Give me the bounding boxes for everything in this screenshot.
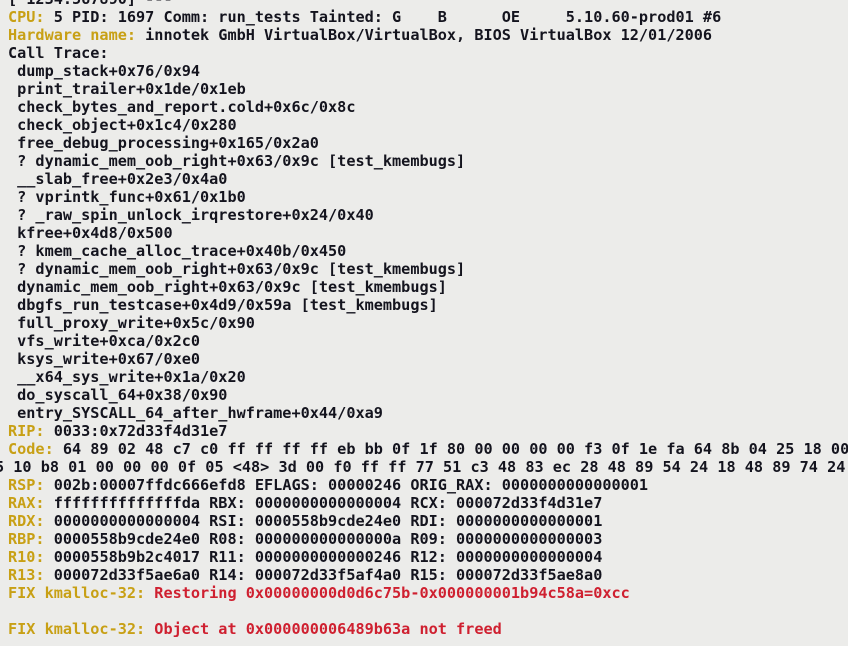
frame-16: ksys_write+0x67/0xe0 <box>0 350 848 368</box>
frame-9-value: kfree+0x4d8/0x500 <box>8 224 173 242</box>
rsp-line-value: 002b:00007ffdc666efd8 EFLAGS: 00000246 O… <box>44 476 649 494</box>
frame-17: __x64_sys_write+0x1a/0x20 <box>0 368 848 386</box>
frame-15-value: vfs_write+0xca/0x2c0 <box>8 332 201 350</box>
kernel-oops-console: [ 1234.567890] --- CPU: 5 PID: 1697 Comm… <box>0 0 848 646</box>
frame-0-value: dump_stack+0x76/0x94 <box>8 62 201 80</box>
r10-line: R10: 0000558b9b2c4017 R11: 0000000000000… <box>0 548 848 566</box>
clipped-previous-line: [ 1234.567890] --- <box>8 0 173 8</box>
hardware-line-label: Hardware name: <box>8 26 137 44</box>
frame-6: __slab_free+0x2e3/0x4a0 <box>0 170 848 188</box>
rbp-line-value: 0000558b9cde24e0 R08: 000000000000000a R… <box>44 530 603 548</box>
fix-notfreed-line: FIX kmalloc-32: Object at 0x000000006489… <box>0 620 848 638</box>
frame-12: dynamic_mem_oob_right+0x63/0x9c [test_km… <box>0 278 848 296</box>
r13-line: R13: 000072d33f5ae6a0 R14: 000072d33f5af… <box>0 566 848 584</box>
frame-2: check_bytes_and_report.cold+0x6c/0x8c <box>0 98 848 116</box>
hardware-line-value: innotek GmbH VirtualBox/VirtualBox, BIOS… <box>136 26 713 44</box>
console-line-list: CPU: 5 PID: 1697 Comm: run_tests Tainted… <box>0 8 848 638</box>
frame-7: ? vprintk_func+0x61/0x1b0 <box>0 188 848 206</box>
frame-19: entry_SYSCALL_64_after_hwframe+0x44/0xa9 <box>0 404 848 422</box>
hardware-line: Hardware name: innotek GmbH VirtualBox/V… <box>0 26 848 44</box>
rdx-line: RDX: 0000000000000004 RSI: 0000558b9cde2… <box>0 512 848 530</box>
fix-notfreed-line-message: Object at 0x000000006489b63a not freed <box>145 620 502 638</box>
blank-1 <box>0 602 848 620</box>
rip-line-value: 0033:0x72d33f4d31e7 <box>44 422 228 440</box>
r13-line-label: R13: <box>8 566 45 584</box>
call-trace-header: Call Trace: <box>0 44 848 62</box>
frame-14-value: full_proxy_write+0x5c/0x90 <box>8 314 255 332</box>
fix-restoring-line: FIX kmalloc-32: Restoring 0x00000000d0d6… <box>0 584 848 602</box>
rdx-line-label: RDX: <box>8 512 45 530</box>
frame-3-value: check_object+0x1c4/0x280 <box>8 116 237 134</box>
frame-11: ? dynamic_mem_oob_right+0x63/0x9c [test_… <box>0 260 848 278</box>
frame-7-value: ? vprintk_func+0x61/0x1b0 <box>8 188 246 206</box>
frame-18-value: do_syscall_64+0x38/0x90 <box>8 386 228 404</box>
frame-19-value: entry_SYSCALL_64_after_hwframe+0x44/0xa9 <box>8 404 383 422</box>
frame-4-value: free_debug_processing+0x165/0x2a0 <box>8 134 319 152</box>
frame-10: ? kmem_cache_alloc_trace+0x40b/0x450 <box>0 242 848 260</box>
rbp-line: RBP: 0000558b9cde24e0 R08: 0000000000000… <box>0 530 848 548</box>
frame-5-value: ? dynamic_mem_oob_right+0x63/0x9c [test_… <box>8 152 466 170</box>
r10-line-label: R10: <box>8 548 45 566</box>
call-trace-header-value: Call Trace: <box>8 44 109 62</box>
rsp-line: RSP: 002b:00007ffdc666efd8 EFLAGS: 00000… <box>0 476 848 494</box>
frame-13-value: dbgfs_run_testcase+0x4d9/0x59a [test_kme… <box>8 296 438 314</box>
rip-line-label: RIP: <box>8 422 45 440</box>
frame-2-value: check_bytes_and_report.cold+0x6c/0x8c <box>8 98 356 116</box>
frame-9: kfree+0x4d8/0x500 <box>0 224 848 242</box>
rdx-line-value: 0000000000000004 RSI: 0000558b9cde24e0 R… <box>44 512 603 530</box>
frame-16-value: ksys_write+0x67/0xe0 <box>8 350 201 368</box>
frame-17-value: __x64_sys_write+0x1a/0x20 <box>8 368 246 386</box>
cpu-line-label: CPU: <box>8 8 45 26</box>
rbp-line-label: RBP: <box>8 530 45 548</box>
r10-line-value: 0000558b9b2c4017 R11: 0000000000000246 R… <box>44 548 603 566</box>
frame-1: print_trailer+0x1de/0x1eb <box>0 80 848 98</box>
rsp-line-label: RSP: <box>8 476 45 494</box>
frame-1-value: print_trailer+0x1de/0x1eb <box>8 80 246 98</box>
cpu-line: CPU: 5 PID: 1697 Comm: run_tests Tainted… <box>0 8 848 26</box>
code-line: Code: 64 89 02 48 c7 c0 ff ff ff ff eb b… <box>0 440 848 458</box>
rax-line-label: RAX: <box>8 494 45 512</box>
frame-6-value: __slab_free+0x2e3/0x4a0 <box>8 170 228 188</box>
frame-3: check_object+0x1c4/0x280 <box>0 116 848 134</box>
frame-4: free_debug_processing+0x165/0x2a0 <box>0 134 848 152</box>
fix-notfreed-line-label: FIX kmalloc-32: <box>8 620 146 638</box>
frame-11-value: ? dynamic_mem_oob_right+0x63/0x9c [test_… <box>8 260 466 278</box>
fix-restoring-line-label: FIX kmalloc-32: <box>8 584 146 602</box>
frame-12-value: dynamic_mem_oob_right+0x63/0x9c [test_km… <box>8 278 447 296</box>
rip-line: RIP: 0033:0x72d33f4d31e7 <box>0 422 848 440</box>
rax-line: RAX: ffffffffffffffda RBX: 0000000000000… <box>0 494 848 512</box>
frame-0: dump_stack+0x76/0x94 <box>0 62 848 80</box>
code-line-label: Code: <box>8 440 54 458</box>
fix-restoring-line-message: Restoring 0x00000000d0d6c75b-0x000000001… <box>145 584 630 602</box>
frame-14: full_proxy_write+0x5c/0x90 <box>0 314 848 332</box>
frame-15: vfs_write+0xca/0x2c0 <box>0 332 848 350</box>
code-line-value: 64 89 02 48 c7 c0 ff ff ff ff eb bb 0f 1… <box>53 440 848 458</box>
code-line-wrapped-value: 5 10 b8 01 00 00 00 0f 05 <48> 3d 00 f0 … <box>0 458 846 476</box>
frame-13: dbgfs_run_testcase+0x4d9/0x59a [test_kme… <box>0 296 848 314</box>
frame-8: ? _raw_spin_unlock_irqrestore+0x24/0x40 <box>0 206 848 224</box>
frame-5: ? dynamic_mem_oob_right+0x63/0x9c [test_… <box>0 152 848 170</box>
r13-line-value: 000072d33f5ae6a0 R14: 000072d33f5af4a0 R… <box>44 566 603 584</box>
frame-8-value: ? _raw_spin_unlock_irqrestore+0x24/0x40 <box>8 206 374 224</box>
frame-18: do_syscall_64+0x38/0x90 <box>0 386 848 404</box>
cpu-line-value: 5 PID: 1697 Comm: run_tests Tainted: G B… <box>44 8 722 26</box>
code-line-wrapped: 5 10 b8 01 00 00 00 0f 05 <48> 3d 00 f0 … <box>0 458 848 476</box>
frame-10-value: ? kmem_cache_alloc_trace+0x40b/0x450 <box>8 242 347 260</box>
rax-line-value: ffffffffffffffda RBX: 0000000000000004 R… <box>44 494 603 512</box>
